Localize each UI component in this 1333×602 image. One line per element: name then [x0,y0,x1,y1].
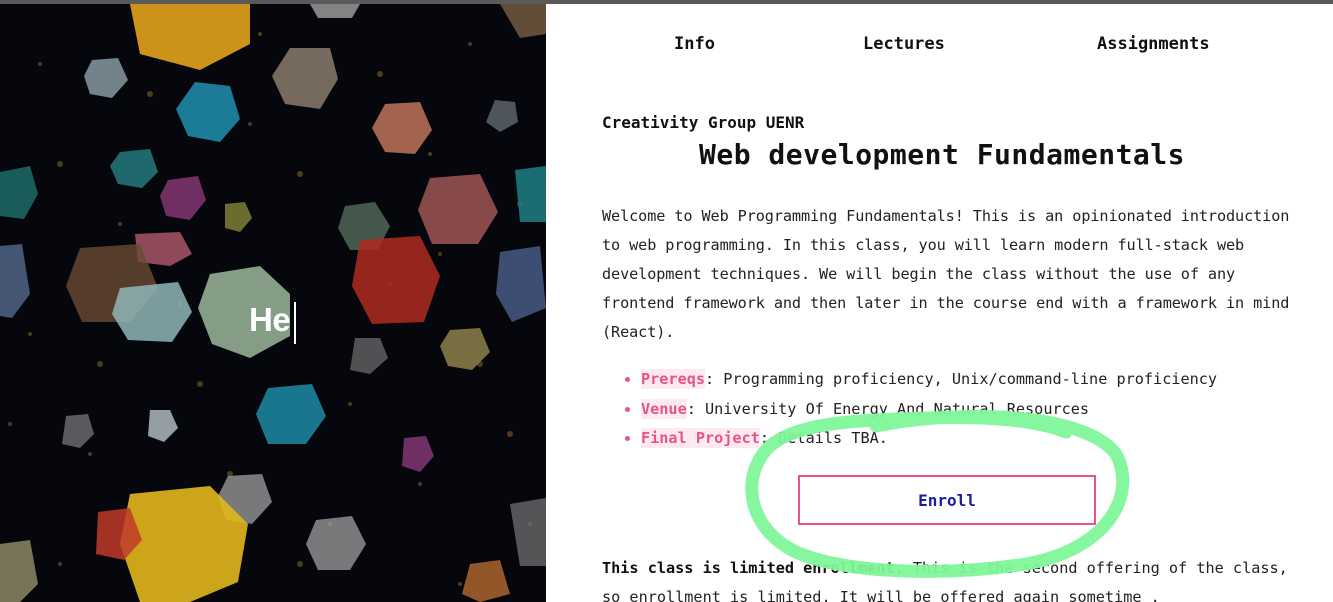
prereqs-text: : Programming proficiency, Unix/command-… [705,370,1218,388]
list-item-venue: Venue: University Of Energy And Natural … [641,395,1217,425]
organization-name: Creativity Group UENR [602,113,805,132]
venue-text: : University Of Energy And Natural Resou… [686,399,1090,418]
typing-hero-text: He [249,301,291,338]
venue-label: Venue [641,398,687,419]
hero-panel: He [0,4,546,602]
list-item-prereqs: Prereqs: Programming proficiency, Unix/c… [641,365,1217,395]
final-project-text: : Details TBA. [759,429,888,447]
nav-link-assignments[interactable]: Assignments [1097,34,1210,54]
prereqs-label: Prereqs [641,369,706,389]
course-content-panel: Info Lectures Assignments Creativity Gro… [546,4,1333,602]
enrollment-notice: This class is limited enrollment. This i… [602,554,1302,602]
nav-link-info[interactable]: Info [674,34,715,54]
text-caret [294,302,296,344]
enroll-button[interactable]: Enroll [798,475,1096,525]
enrollment-notice-bold: This class is limited enrollment. [602,559,904,577]
course-title: Web development Fundamentals [698,138,1185,171]
list-item-final-project: Final Project: Details TBA. [641,424,1217,454]
nav-link-lectures[interactable]: Lectures [863,34,945,54]
final-project-label: Final Project [641,428,760,448]
course-description: Welcome to Web Programming Fundamentals!… [602,207,1290,341]
course-details-list: Prereqs: Programming proficiency, Unix/c… [602,365,1217,454]
